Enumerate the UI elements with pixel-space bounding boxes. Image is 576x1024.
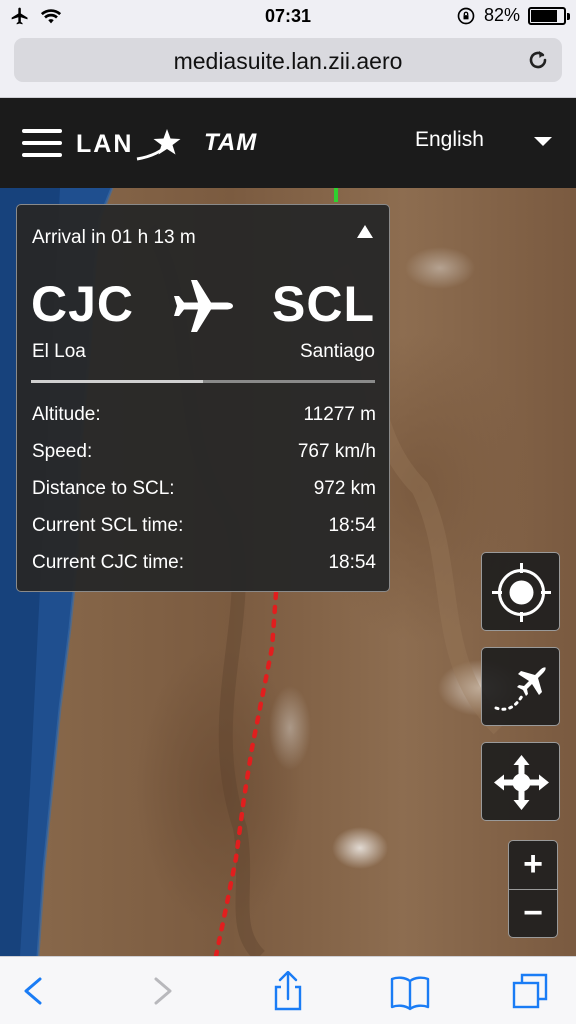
battery-icon bbox=[528, 6, 570, 25]
forward-icon[interactable] bbox=[140, 971, 184, 1011]
stat-label: Current SCL time: bbox=[32, 515, 184, 536]
stat-row-speed: Speed: 767 km/h bbox=[32, 441, 376, 463]
route-remaining-segment bbox=[213, 590, 279, 956]
airplane-icon bbox=[174, 280, 233, 332]
stat-label: Distance to SCL: bbox=[32, 478, 175, 499]
zoom-out-button[interactable]: − bbox=[509, 890, 557, 938]
stat-row-altitude: Altitude: 11277 m bbox=[32, 404, 376, 426]
stat-label: Current CJC time: bbox=[32, 552, 185, 573]
stat-value: 767 km/h bbox=[297, 441, 376, 462]
stat-value: 18:54 bbox=[328, 552, 376, 573]
address-url[interactable]: mediasuite.lan.zii.aero bbox=[14, 48, 562, 75]
share-icon[interactable] bbox=[266, 971, 310, 1011]
stat-row-distance: Distance to SCL: 972 km bbox=[32, 478, 376, 500]
flight-progress-fill bbox=[31, 380, 203, 383]
reload-icon[interactable] bbox=[524, 46, 552, 74]
stat-value: 11277 m bbox=[303, 404, 376, 425]
status-bar: 07:31 82% bbox=[0, 0, 576, 32]
address-bar[interactable]: mediasuite.lan.zii.aero bbox=[14, 38, 562, 82]
lan-logo-text: LAN bbox=[76, 129, 134, 158]
stat-row-scl-time: Current SCL time: 18:54 bbox=[32, 515, 376, 537]
battery-fill bbox=[531, 9, 557, 22]
flight-path-button[interactable] bbox=[481, 647, 560, 726]
destination-code: SCL bbox=[272, 276, 375, 332]
hamburger-line bbox=[22, 141, 62, 145]
hamburger-icon[interactable] bbox=[22, 129, 62, 157]
tabs-icon[interactable] bbox=[510, 971, 554, 1011]
chevron-down-icon[interactable] bbox=[534, 137, 552, 146]
zoom-in-button[interactable]: + bbox=[509, 841, 557, 889]
hamburger-line bbox=[22, 153, 62, 157]
status-right: 82% bbox=[456, 5, 570, 26]
browser-toolbar bbox=[0, 956, 576, 1024]
pan-button[interactable] bbox=[481, 742, 560, 821]
back-icon[interactable] bbox=[12, 971, 56, 1011]
stat-row-cjc-time: Current CJC time: 18:54 bbox=[32, 552, 376, 574]
stat-label: Altitude: bbox=[32, 404, 101, 425]
pan-arrows-icon bbox=[494, 755, 549, 810]
stat-value: 972 km bbox=[313, 478, 376, 499]
language-selector[interactable]: English bbox=[415, 128, 484, 152]
flight-progress-bar bbox=[31, 380, 375, 383]
stat-label: Speed: bbox=[32, 441, 93, 462]
flight-info-panel: Arrival in 01 h 13 m CJC SCL El Loa Sant… bbox=[16, 204, 390, 592]
origin-city: El Loa bbox=[32, 341, 86, 362]
zoom-control: + − bbox=[508, 840, 558, 938]
locate-button[interactable] bbox=[481, 552, 560, 631]
origin-code: CJC bbox=[31, 276, 135, 332]
browser-chrome: mediasuite.lan.zii.aero bbox=[0, 32, 576, 98]
stat-value: 18:54 bbox=[328, 515, 376, 536]
lan-logo: LAN bbox=[76, 127, 183, 161]
tam-logo: TAM bbox=[204, 129, 258, 156]
hamburger-line bbox=[22, 129, 62, 133]
destination-city: Santiago bbox=[299, 341, 375, 362]
battery-percent: 82% bbox=[483, 5, 520, 25]
collapse-up-icon[interactable] bbox=[357, 225, 373, 238]
app-header: LAN TAM English bbox=[0, 98, 576, 188]
flight-path-icon bbox=[494, 667, 546, 711]
orientation-lock-icon bbox=[457, 7, 475, 24]
lan-star-icon bbox=[137, 129, 181, 161]
arrival-countdown: Arrival in 01 h 13 m bbox=[32, 227, 196, 248]
bookmarks-icon[interactable] bbox=[388, 971, 432, 1011]
locate-icon bbox=[492, 563, 551, 622]
